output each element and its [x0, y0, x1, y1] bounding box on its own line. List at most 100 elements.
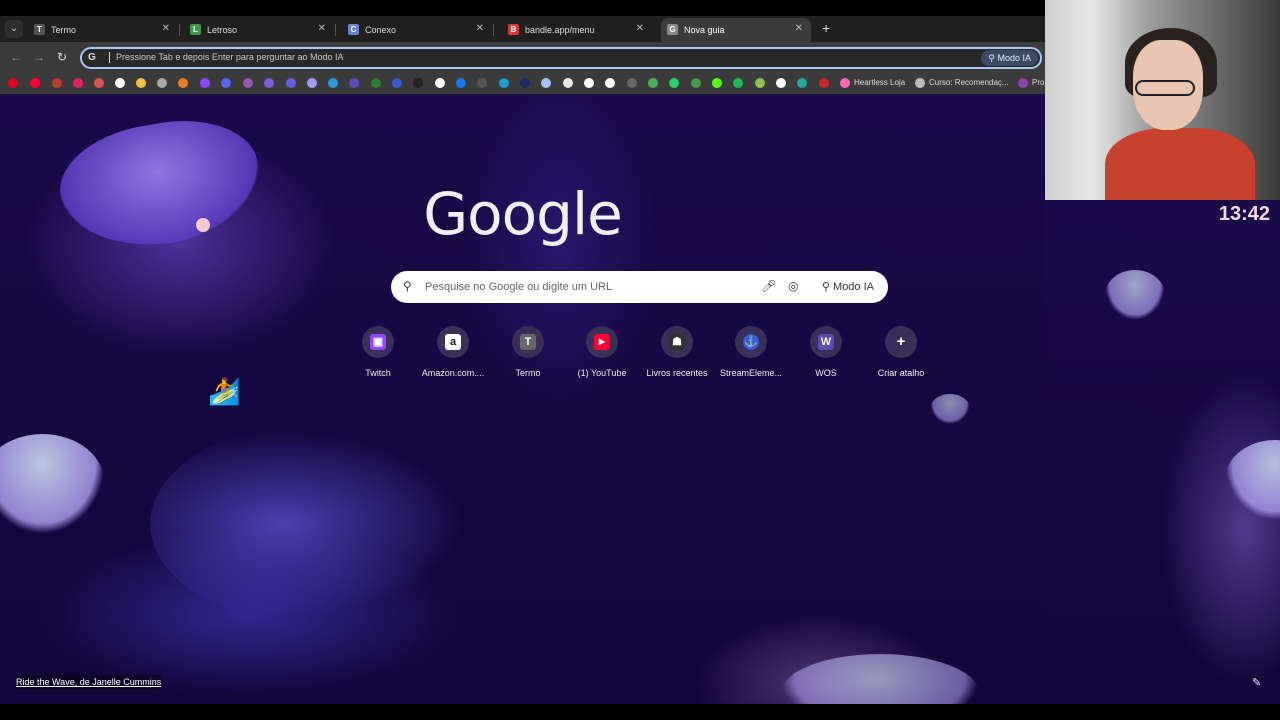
shortcut-tile: T: [512, 326, 544, 358]
stream-background-panel: [1045, 200, 1280, 704]
bookmark-icon[interactable]: [73, 78, 83, 88]
bottom-strip: [0, 704, 1045, 720]
bookmark-icon[interactable]: [1018, 78, 1028, 88]
bookmark-icon[interactable]: [413, 78, 423, 88]
shortcut-label: (1) YouTube: [577, 368, 627, 378]
bookmark-icon[interactable]: [307, 78, 317, 88]
plus-icon: +: [896, 333, 906, 350]
background-stream: [150, 424, 480, 624]
spotify-icon[interactable]: [733, 78, 743, 88]
new-tab-icon[interactable]: +: [822, 20, 830, 36]
pinterest-icon[interactable]: [8, 78, 18, 88]
bookmark-icon[interactable]: [435, 78, 445, 88]
bookmark-icon[interactable]: [797, 78, 807, 88]
close-tab-icon[interactable]: ✕: [795, 23, 803, 34]
modo-ia-button[interactable]: ⚲ Modo IA: [981, 50, 1038, 66]
bookmark-icon[interactable]: [286, 78, 296, 88]
close-tab-icon[interactable]: ✕: [162, 23, 170, 34]
bookmark-curso[interactable]: Curso: Recomendaç...: [929, 78, 1009, 87]
shortcut-youtube[interactable]: ▶ (1) YouTube: [565, 326, 639, 378]
bookmark-icon[interactable]: [755, 78, 765, 88]
bookmark-pro[interactable]: Pro: [1032, 78, 1044, 87]
bookmark-icon[interactable]: [221, 78, 231, 88]
background-credit-link[interactable]: Ride the Wave, de Janelle Cummins: [16, 675, 162, 689]
amazon-icon[interactable]: [584, 78, 594, 88]
shortcut-livros-recentes[interactable]: ☗ Livros recentes: [640, 326, 714, 378]
close-tab-icon[interactable]: ✕: [318, 23, 326, 34]
shortcut-termo[interactable]: T Termo: [491, 326, 565, 378]
forward-icon[interactable]: →: [33, 50, 45, 64]
jellyfish-illustration: [0, 434, 105, 534]
bookmark-icon[interactable]: [243, 78, 253, 88]
address-bar-placeholder: Pressione Tab e depois Enter para pergun…: [116, 52, 344, 62]
microphone-icon[interactable]: 🎤︎: [761, 279, 776, 293]
jellyfish-illustration: [1225, 440, 1280, 520]
amazon-icon[interactable]: [605, 78, 615, 88]
tab-search-button[interactable]: ⌄: [5, 20, 23, 38]
tab-nova-guia[interactable]: G Nova guia ✕: [661, 18, 811, 42]
bookmark-icon[interactable]: [648, 78, 658, 88]
new-tab-page: 🏄 Google ⚲ Pesquise no Google ou digite …: [0, 94, 1045, 704]
shortcut-streamelements[interactable]: ⚓ StreamEleme...: [714, 326, 788, 378]
search-box[interactable]: ⚲ Pesquise no Google ou digite um URL 🎤︎…: [391, 271, 888, 303]
shortcut-tile: a: [437, 326, 469, 358]
streamelements-icon[interactable]: [392, 78, 402, 88]
bookmark-heartless-loja[interactable]: Heartless Loja: [854, 78, 905, 87]
shortcut-tile: W: [810, 326, 842, 358]
bookmark-icon[interactable]: [371, 78, 381, 88]
bookmark-icon[interactable]: [627, 78, 637, 88]
sheets-icon[interactable]: [691, 78, 701, 88]
shortcut-tile: ⚓: [735, 326, 767, 358]
google-lens-icon[interactable]: ◎: [788, 279, 798, 293]
tab-termo[interactable]: T Termo ✕: [28, 18, 180, 42]
bookmark-icon[interactable]: [819, 78, 829, 88]
bandle-favicon-icon: B: [508, 24, 519, 35]
bookmark-icon[interactable]: [136, 78, 146, 88]
tab-letroso[interactable]: L Letroso ✕: [184, 18, 336, 42]
shortcut-twitch[interactable]: ▣ Twitch: [341, 326, 415, 378]
bookmark-icon[interactable]: [178, 78, 188, 88]
shortcut-label: StreamEleme...: [719, 368, 783, 378]
bookmark-icon[interactable]: [915, 78, 925, 88]
tab-bandle[interactable]: B bandle.app/menu ✕: [502, 18, 652, 42]
telegram-icon[interactable]: [499, 78, 509, 88]
bookmark-icon[interactable]: [115, 78, 125, 88]
bookmark-icon[interactable]: [456, 78, 466, 88]
bookmark-icon[interactable]: [477, 78, 487, 88]
bookmark-icon[interactable]: [328, 78, 338, 88]
tab-separator: [335, 24, 336, 36]
address-bar[interactable]: G Pressione Tab e depois Enter para perg…: [80, 47, 1042, 69]
close-tab-icon[interactable]: ✕: [476, 23, 484, 34]
bookmark-icon[interactable]: [563, 78, 573, 88]
tab-conexo[interactable]: C Conexo ✕: [342, 18, 494, 42]
whatsapp-icon[interactable]: [669, 78, 679, 88]
webcam-person-body: [1105, 128, 1255, 200]
tab-separator: [493, 24, 494, 36]
shortcut-label: Twitch: [365, 368, 391, 378]
shortcut-wos[interactable]: W WOS: [789, 326, 863, 378]
search-placeholder: Pesquise no Google ou digite um URL: [425, 281, 613, 293]
toolbar: ← → ↻ G Pressione Tab e depois Enter par…: [0, 42, 1045, 74]
bookmark-icon[interactable]: [94, 78, 104, 88]
reload-icon[interactable]: ↻: [57, 50, 67, 64]
bookmark-icon[interactable]: [541, 78, 551, 88]
close-tab-icon[interactable]: ✕: [636, 23, 644, 34]
bookmark-icon[interactable]: [52, 78, 62, 88]
termo-favicon-icon: T: [34, 24, 45, 35]
kick-icon[interactable]: [712, 78, 722, 88]
shortcut-amazon[interactable]: a Amazon.com....: [416, 326, 490, 378]
search-icon: ⚲: [403, 279, 412, 293]
modo-ia-button[interactable]: ⚲ Modo IA: [814, 275, 882, 299]
heart-icon[interactable]: [840, 78, 850, 88]
bookmark-icon[interactable]: [776, 78, 786, 88]
bookmark-icon[interactable]: [520, 78, 530, 88]
wos-icon[interactable]: [349, 78, 359, 88]
tab-title: Conexo: [365, 25, 397, 35]
shortcut-criar-atalho[interactable]: + Criar atalho: [864, 326, 938, 378]
customize-pencil-icon[interactable]: ✎: [1252, 676, 1261, 689]
twitch-icon[interactable]: [200, 78, 210, 88]
bookmark-icon[interactable]: [264, 78, 274, 88]
back-icon[interactable]: ←: [10, 50, 22, 64]
bookmark-icon[interactable]: [157, 78, 167, 88]
youtube-icon[interactable]: [30, 78, 40, 88]
